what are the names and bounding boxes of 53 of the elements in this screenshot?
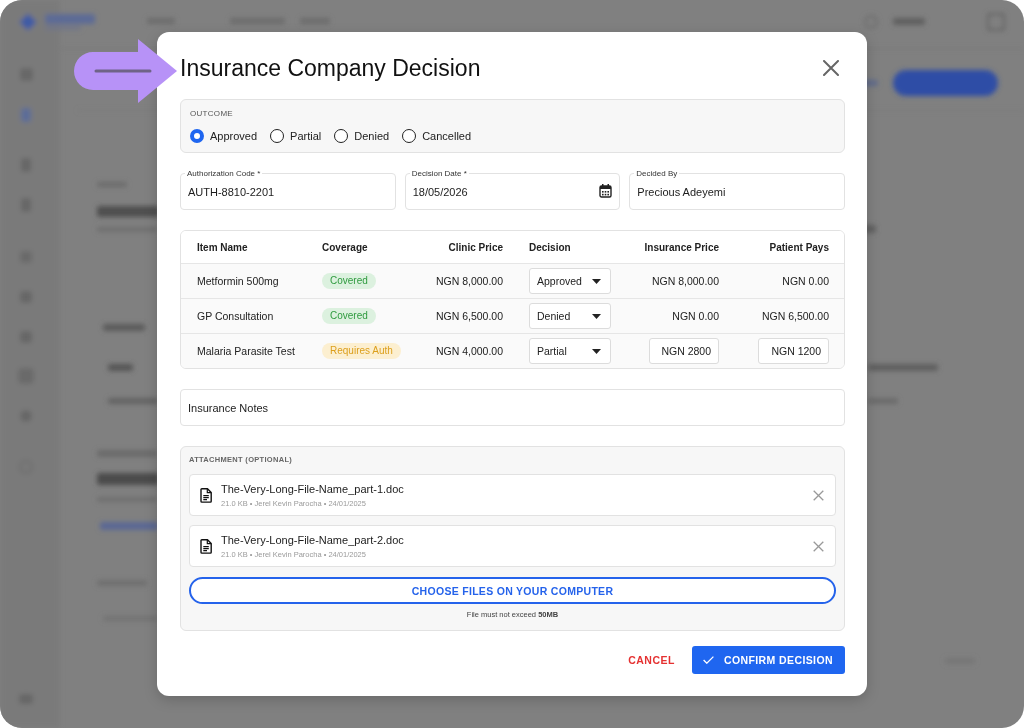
- column-header: Decision: [529, 241, 571, 253]
- table-cell: NGN 6,500.00: [761, 310, 829, 322]
- file-name: The-Very-Long-File-Name_part-1.doc: [221, 482, 404, 496]
- radio-option[interactable]: Cancelled: [402, 129, 472, 143]
- caret-icon: [592, 278, 601, 284]
- column-header: Patient Pays: [769, 241, 829, 253]
- table-cell: NGN 8,000.00: [435, 275, 503, 287]
- price-input[interactable]: NGN 1200: [758, 338, 829, 364]
- table-cell: NGN 0.00: [672, 310, 719, 322]
- column-header: Coverage: [322, 241, 368, 253]
- check-icon: [702, 656, 714, 664]
- remove-button[interactable]: [813, 540, 824, 552]
- section-label: OUTCOME: [190, 109, 233, 118]
- file-name: The-Very-Long-File-Name_part-2.doc: [221, 533, 404, 547]
- choose-files-button[interactable]: CHOOSE FILES ON YOUR COMPUTER: [189, 577, 836, 604]
- remove-button[interactable]: [813, 489, 824, 501]
- column-header: Insurance Price: [644, 241, 719, 253]
- document-icon: [200, 538, 212, 554]
- table-cell: Malaria Parasite Test: [197, 345, 295, 357]
- dialog-title: Insurance Company Decision: [180, 54, 481, 83]
- decision-select[interactable]: Approved: [529, 268, 611, 294]
- document-icon: [200, 487, 212, 503]
- field-label: Authorization Code *: [185, 169, 263, 178]
- radio-option[interactable]: Partial: [270, 129, 322, 143]
- price-input[interactable]: NGN 2800: [649, 338, 719, 364]
- table-cell: Metformin 500mg: [197, 275, 279, 287]
- caret-icon: [592, 313, 601, 319]
- coverage-tag: Covered: [322, 308, 376, 324]
- table-cell: NGN 8,000.00: [651, 275, 719, 287]
- calendar-icon[interactable]: [599, 184, 613, 198]
- decision-select[interactable]: Partial: [529, 338, 611, 364]
- table-cell: NGN 4,000.00: [435, 345, 503, 357]
- table-cell: GP Consultation: [197, 310, 274, 322]
- confirm-button[interactable]: CONFIRM DECISION: [691, 646, 845, 674]
- field-label: Decided By: [634, 169, 680, 178]
- cancel-button[interactable]: CANCEL: [628, 654, 675, 666]
- column-header: Clinic Price: [448, 241, 503, 253]
- close-button[interactable]: [823, 60, 839, 76]
- caret-icon: [592, 348, 601, 354]
- arrow-icon: [74, 38, 178, 104]
- table-cell: NGN 6,500.00: [435, 310, 503, 322]
- close-icon: [813, 540, 824, 552]
- notes-field[interactable]: Insurance Notes: [180, 389, 845, 426]
- coverage-tag: Covered: [322, 273, 376, 289]
- table-cell: NGN 0.00: [782, 275, 829, 287]
- close-icon: [823, 60, 839, 76]
- decision-select[interactable]: Denied: [529, 303, 611, 329]
- radio-option[interactable]: Denied: [334, 129, 390, 143]
- column-header: Item Name: [197, 241, 248, 253]
- radio-option[interactable]: Approved: [190, 129, 258, 143]
- field-label: Decision Date *: [409, 169, 469, 178]
- coverage-tag: Requires Auth: [322, 343, 401, 359]
- close-icon: [813, 489, 824, 501]
